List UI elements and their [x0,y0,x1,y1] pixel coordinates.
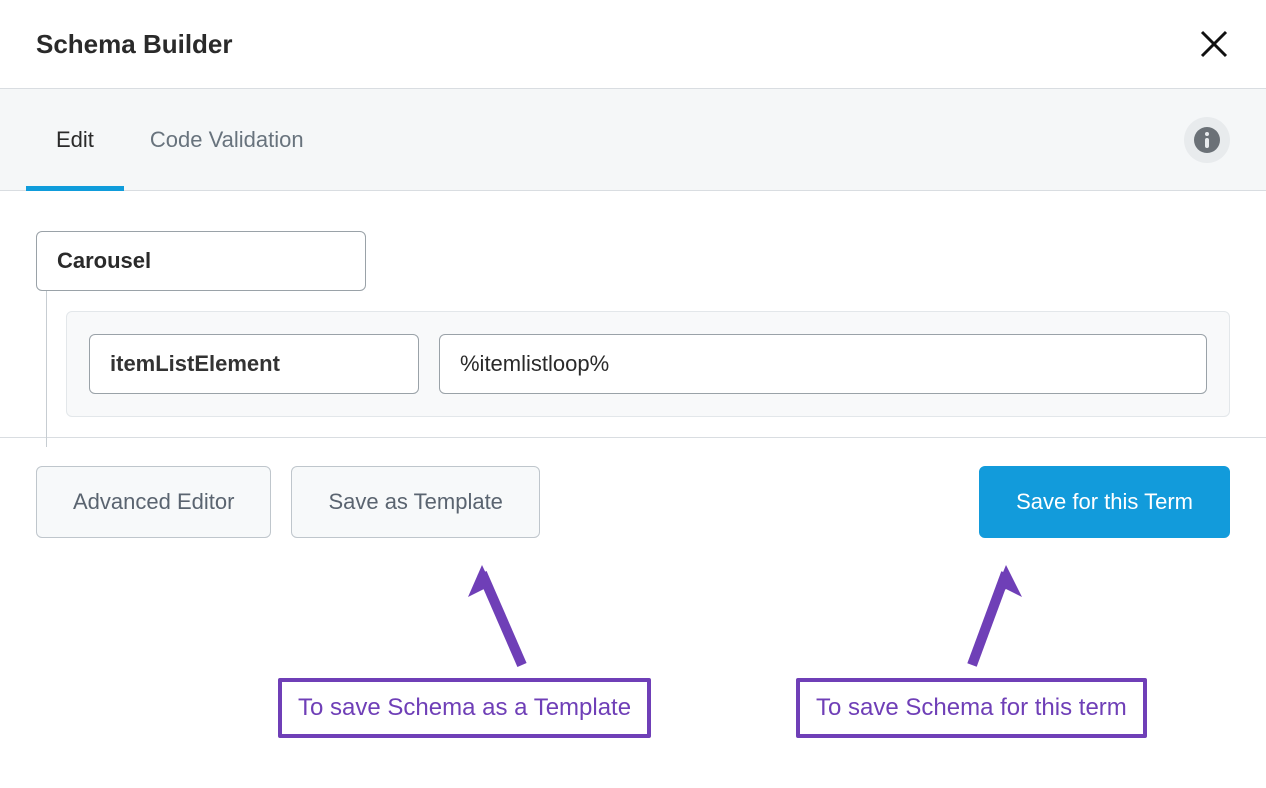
annotation-template-label: To save Schema as a Template [278,678,651,738]
schema-property-key[interactable]: itemListElement [89,334,419,394]
footer: Advanced Editor Save as Template Save fo… [0,437,1266,566]
info-icon[interactable] [1184,117,1230,163]
tabbar: Edit Code Validation [0,89,1266,191]
modal-header: Schema Builder [0,0,1266,89]
save-as-template-button[interactable]: Save as Template [291,466,539,538]
tab-code-validation[interactable]: Code Validation [150,89,304,190]
save-for-term-button[interactable]: Save for this Term [979,466,1230,538]
schema-child-row: itemListElement %itemlistloop% [66,311,1230,417]
tab-edit[interactable]: Edit [56,89,94,190]
annotation-term-label: To save Schema for this term [796,678,1147,738]
modal-title: Schema Builder [36,29,233,60]
annotation-arrow-term-icon [952,565,1032,685]
close-icon[interactable] [1198,28,1230,60]
annotation-arrow-template-icon [462,565,542,685]
schema-content: Carousel itemListElement %itemlistloop% [0,191,1266,437]
schema-root-node[interactable]: Carousel [36,231,366,291]
advanced-editor-button[interactable]: Advanced Editor [36,466,271,538]
schema-property-value[interactable]: %itemlistloop% [439,334,1207,394]
